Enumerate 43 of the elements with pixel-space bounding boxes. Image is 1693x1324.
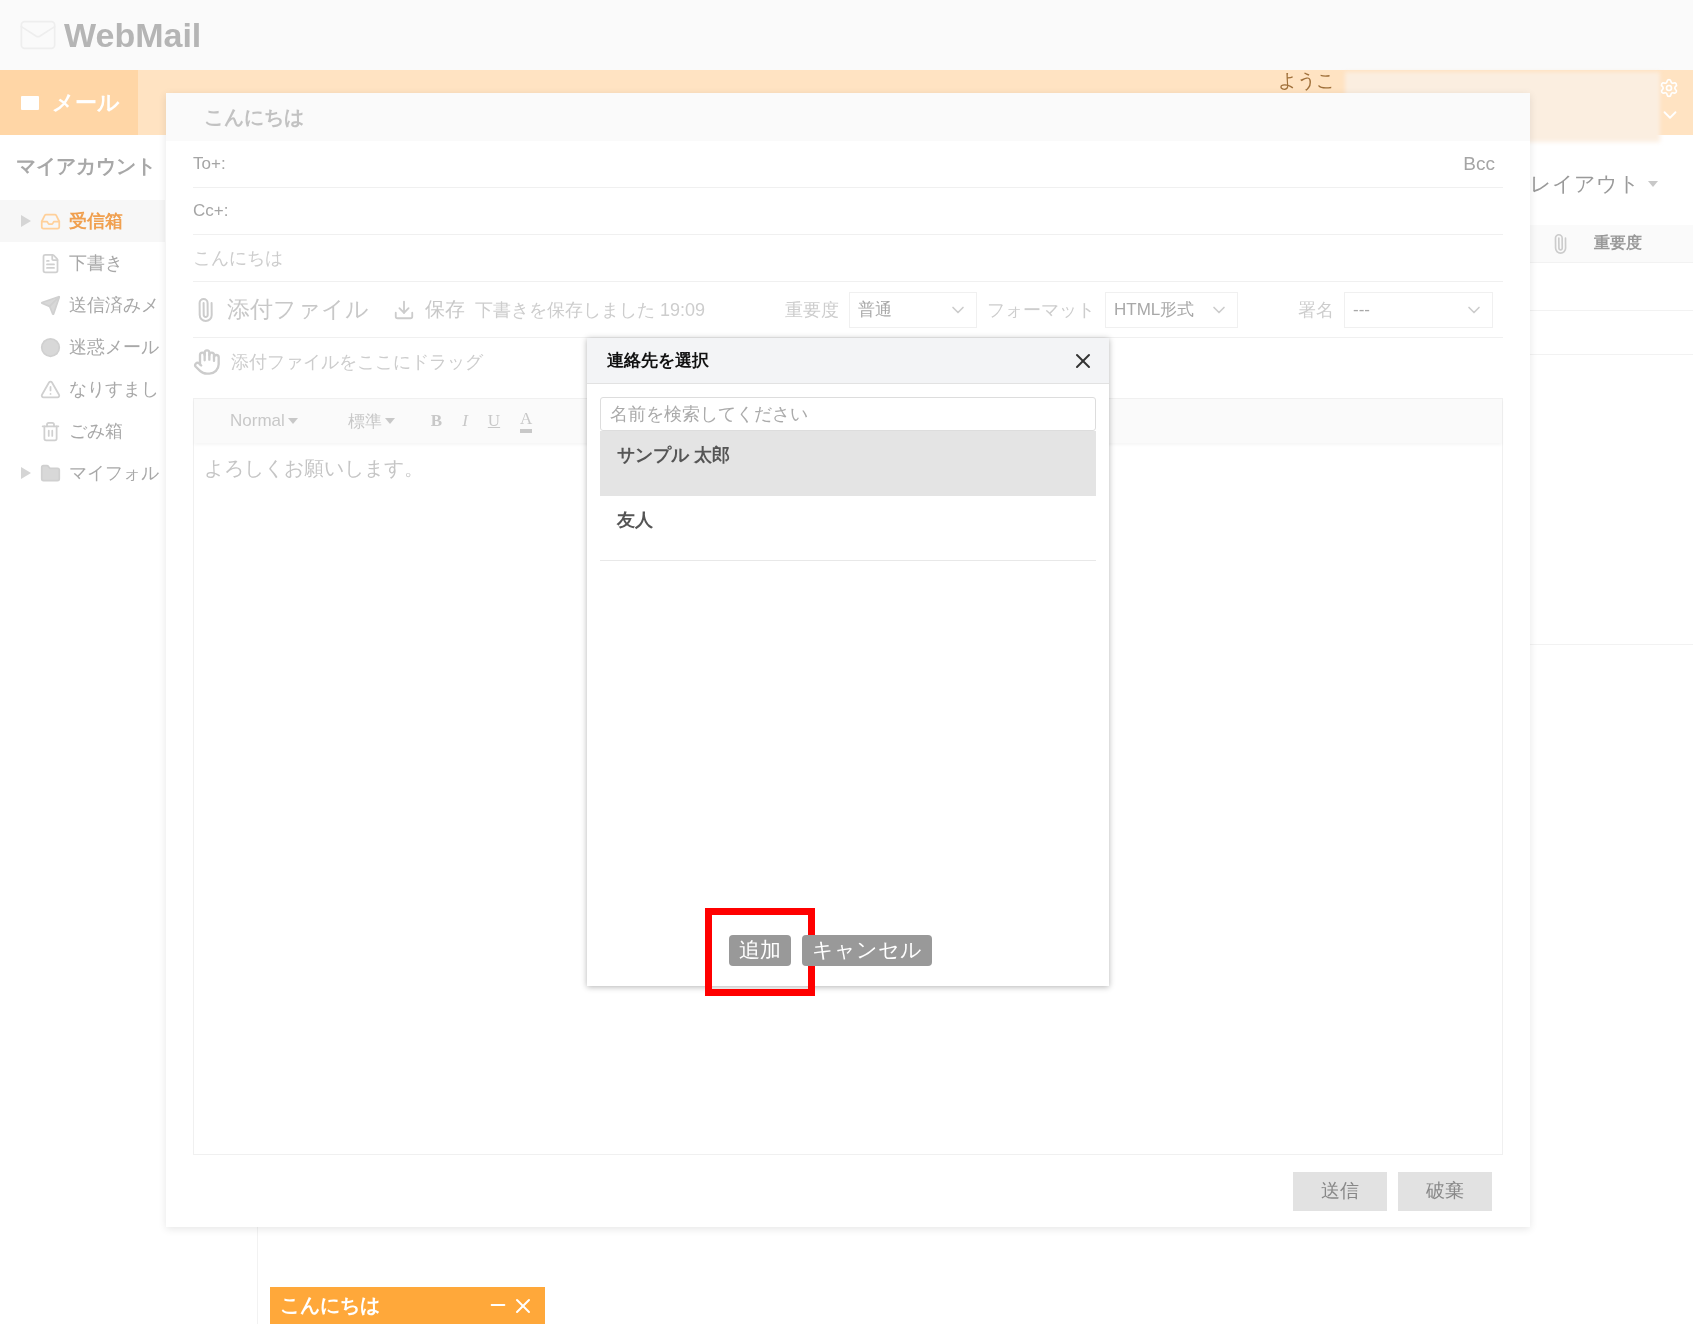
warning-icon	[40, 378, 61, 400]
compose-title: こんにちは	[166, 93, 1530, 141]
message-body[interactable]: よろしくお願いします。	[194, 443, 434, 494]
sent-icon	[40, 294, 61, 316]
sidebar-item[interactable]: ごみ箱	[0, 410, 165, 452]
cc-label[interactable]: Cc+:	[193, 201, 229, 221]
sidebar-item[interactable]: 下書き	[0, 242, 165, 284]
draft-icon	[40, 252, 61, 274]
expand-triangle-icon[interactable]	[20, 466, 32, 480]
sidebar-item[interactable]: マイフォル	[0, 452, 165, 494]
caret-icon	[384, 418, 395, 424]
save-icon	[393, 298, 415, 321]
bcc-link[interactable]: Bcc	[1463, 153, 1495, 175]
dialog-title: 連絡先を選択	[607, 350, 709, 372]
send-button[interactable]: 送信	[1293, 1171, 1387, 1211]
minimized-title: こんにちは	[280, 1293, 380, 1318]
settings-icon[interactable]	[1659, 78, 1679, 98]
caret-icon	[287, 418, 298, 424]
logo[interactable]: WebMail	[64, 15, 202, 55]
expand-triangle-icon[interactable]	[20, 214, 32, 228]
discard-button[interactable]: 破棄	[1398, 1171, 1492, 1211]
drag-hand-icon	[193, 348, 221, 376]
caret-icon	[1648, 181, 1658, 187]
sidebar-item[interactable]: 送信済みメ	[0, 284, 165, 326]
layout-menu[interactable]: レイアウト	[1528, 163, 1693, 205]
sidebar-item[interactable]: なりすまし	[0, 368, 165, 410]
option-select[interactable]: HTML形式	[1105, 291, 1239, 328]
sidebar-item[interactable]: 迷惑メール	[0, 326, 165, 368]
nav-tab[interactable]: メール	[0, 70, 138, 135]
trash-icon	[40, 420, 61, 442]
to-label[interactable]: To+:	[193, 154, 226, 174]
folder-icon	[40, 462, 61, 484]
cancel-button[interactable]: キャンセル	[802, 934, 932, 966]
search-field[interactable]: 名前を検索してください	[600, 397, 1096, 431]
sidebar-item[interactable]: 受信箱	[0, 200, 165, 242]
contact-item[interactable]: サンプル 太郎	[600, 431, 1096, 496]
add-button[interactable]: 追加	[729, 934, 791, 966]
option-select[interactable]: 普通	[849, 291, 978, 328]
column-header[interactable]: 重要度	[1594, 233, 1642, 254]
option-select[interactable]: ---	[1344, 291, 1494, 328]
greeting-text: ようこ	[1278, 70, 1335, 92]
minimized-window[interactable]: こんにちは	[270, 1287, 545, 1324]
sidebar-title: マイアカウント	[15, 154, 157, 179]
